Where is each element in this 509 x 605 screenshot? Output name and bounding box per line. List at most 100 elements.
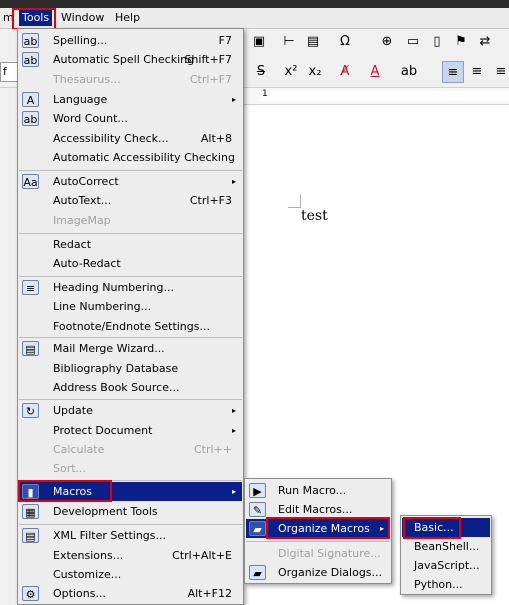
tools-menu-item-update[interactable]: ↻ Update ▸ — [19, 401, 242, 420]
tools-menu-item-customize[interactable]: Customize... — [19, 565, 242, 584]
menu-item-shortcut: Ctrl+F3 — [189, 194, 232, 207]
menu-item-label: Organize Macros — [278, 522, 370, 535]
autocorrect-icon: Aa — [22, 174, 39, 189]
menu-item-label: Digital Signature... — [278, 547, 381, 560]
tools-menu-item-language[interactable]: A Language ▸ — [19, 90, 242, 109]
tools-menu-item-macros[interactable]: ▮ Macros ▸ — [19, 482, 242, 501]
bookmark-icon[interactable]: ⚑ — [450, 31, 472, 53]
font-color-icon[interactable]: A — [364, 61, 386, 83]
menu-item-label: Options... — [53, 587, 106, 600]
macros-menu-item-organize-dialogs[interactable]: ▰ Organize Dialogs... — [246, 563, 390, 582]
text-boundary-corner — [288, 195, 301, 208]
menubar-item-partial[interactable]: m — [0, 10, 17, 26]
menu-item-label: Edit Macros... — [278, 503, 353, 516]
xml-filter-icon: ▤ — [22, 528, 39, 543]
tools-menu-item-automatic-accessibility-checking[interactable]: Automatic Accessibility Checking — [19, 148, 242, 167]
menu-item-label: Language — [53, 93, 108, 106]
menu-item-label: Footnote/Endnote Settings... — [53, 320, 210, 333]
menubar-item-window[interactable]: Window — [58, 10, 107, 26]
tools-menu-item-footnote-endnote-settings[interactable]: Footnote/Endnote Settings... — [19, 317, 242, 336]
update-icon: ↻ — [22, 403, 39, 418]
tools-menu-item-spelling[interactable]: ab Spelling... F7 — [19, 31, 242, 50]
footnote-icon[interactable]: ▭ — [402, 31, 424, 53]
menubar-item-help[interactable]: Help — [112, 10, 143, 26]
text-box-icon[interactable]: ▣ — [248, 31, 270, 53]
field-icon[interactable]: ▤ — [302, 31, 324, 53]
submenu-arrow-icon: ▸ — [231, 406, 236, 415]
menu-item-label: Address Book Source... — [53, 381, 180, 394]
options-gear-icon: ⚙ — [22, 586, 39, 601]
submenu-arrow-icon: ▸ — [231, 95, 236, 104]
subscript-icon[interactable]: x₂ — [304, 61, 326, 83]
edit-macros-icon: ✎ — [249, 502, 266, 517]
cross-reference-icon[interactable]: ⇄ — [474, 31, 496, 53]
ruler-track — [260, 91, 509, 101]
font-name-box[interactable]: f — [0, 62, 18, 82]
menu-item-label: Bibliography Database — [53, 362, 179, 375]
menu-item-label: ImageMap — [53, 214, 111, 227]
menu-item-label: Run Macro... — [278, 484, 347, 497]
comment-icon[interactable]: ▯ — [426, 31, 448, 53]
organize-menu-item-basic[interactable]: Basic... — [402, 518, 490, 537]
tools-menu-item-development-tools[interactable]: ▦ Development Tools — [19, 502, 242, 521]
organize-macros-folder-icon: ▰ — [249, 521, 266, 536]
organize-menu-item-python[interactable]: Python... — [402, 575, 490, 594]
tools-menu-item-address-book-source[interactable]: Address Book Source... — [19, 378, 242, 397]
menu-item-label: Heading Numbering... — [53, 281, 174, 294]
highlighting-color-icon[interactable]: ab — [398, 61, 420, 83]
tools-menu-item-word-count[interactable]: ab Word Count... — [19, 109, 242, 128]
tools-menu-item-redact[interactable]: Redact — [19, 235, 242, 254]
menu-separator — [19, 337, 242, 338]
align-right-icon[interactable]: ≡ — [490, 61, 509, 83]
menu-item-shortcut: Alt+8 — [200, 132, 232, 145]
strikethrough-icon[interactable]: S — [250, 61, 272, 83]
menu-item-label: XML Filter Settings... — [53, 529, 166, 542]
tools-menu-item-autocorrect[interactable]: Aa AutoCorrect ▸ — [19, 172, 242, 191]
tools-menu-item-accessibility-check[interactable]: Accessibility Check... Alt+8 — [19, 129, 242, 148]
hyperlink-icon[interactable]: ⊕ — [376, 31, 398, 53]
align-left-icon[interactable]: ≡ — [442, 61, 464, 83]
special-character-icon[interactable]: Ω — [334, 31, 356, 53]
menu-item-label: Protect Document — [53, 424, 153, 437]
tools-menu: ab Spelling... F7 ab Automatic Spell Checkin… — [17, 28, 244, 605]
align-center-icon[interactable]: ≡ — [466, 61, 488, 83]
tools-menu-item-options[interactable]: ⚙ Options... Alt+F12 — [19, 584, 242, 603]
tools-menu-item-protect-document[interactable]: Protect Document ▸ — [19, 421, 242, 440]
tools-menu-item-calculate: Calculate Ctrl++ — [19, 440, 242, 459]
menu-item-label: Mail Merge Wizard... — [53, 342, 165, 355]
organize-macros-submenu: Basic... BeanShell... JavaScript... Python.… — [400, 515, 492, 595]
submenu-arrow-icon: ▸ — [231, 487, 236, 496]
document-text[interactable]: test — [301, 208, 328, 224]
macros-menu-item-run-macro[interactable]: ▶ Run Macro... — [246, 481, 390, 500]
macros-menu-item-edit-macros[interactable]: ✎ Edit Macros... — [246, 500, 390, 519]
tools-menu-item-imagemap: ImageMap — [19, 211, 242, 230]
clear-formatting-icon[interactable]: A̸ — [334, 61, 356, 83]
tools-menu-item-autotext[interactable]: AutoText... Ctrl+F3 — [19, 191, 242, 210]
page-break-icon[interactable]: ⊢ — [278, 31, 300, 53]
menu-item-label: Basic... — [414, 521, 454, 534]
menu-separator — [19, 480, 242, 481]
tools-menu-item-heading-numbering[interactable]: ≡ Heading Numbering... — [19, 278, 242, 297]
menu-item-label: AutoCorrect — [53, 175, 119, 188]
auto-spell-icon: ab — [22, 52, 39, 67]
superscript-icon[interactable]: x² — [280, 61, 302, 83]
tools-menu-item-auto-redact[interactable]: Auto-Redact — [19, 254, 242, 273]
toolbar-row-standard: ▣ ⊢ ▤ Ω ⊕ ▭ ▯ ⚑ ⇄ — [244, 29, 509, 55]
menu-item-label: Redact — [53, 238, 92, 251]
menubar-item-tools[interactable]: Tools — [19, 10, 53, 26]
menu-item-label: AutoText... — [53, 194, 112, 207]
tools-menu-item-automatic-spell-checking[interactable]: ab Automatic Spell Checking Shift+F7 — [19, 50, 242, 69]
menu-item-label: Automatic Spell Checking — [53, 53, 195, 66]
tools-menu-item-line-numbering[interactable]: Line Numbering... — [19, 297, 242, 316]
menu-item-label: Calculate — [53, 443, 105, 456]
menu-item-label: Update — [53, 404, 93, 417]
tools-menu-item-extensions[interactable]: Extensions... Ctrl+Alt+E — [19, 546, 242, 565]
tools-menu-item-mail-merge-wizard[interactable]: ▤ Mail Merge Wizard... — [19, 339, 242, 358]
organize-menu-item-beanshell[interactable]: BeanShell... — [402, 537, 490, 556]
organize-menu-item-javascript[interactable]: JavaScript... — [402, 556, 490, 575]
macros-menu-item-organize-macros[interactable]: ▰ Organize Macros ▸ — [246, 519, 390, 538]
menu-item-label: Extensions... — [53, 549, 124, 562]
mail-merge-icon: ▤ — [22, 341, 39, 356]
tools-menu-item-xml-filter-settings[interactable]: ▤ XML Filter Settings... — [19, 526, 242, 545]
tools-menu-item-bibliography-database[interactable]: Bibliography Database — [19, 359, 242, 378]
